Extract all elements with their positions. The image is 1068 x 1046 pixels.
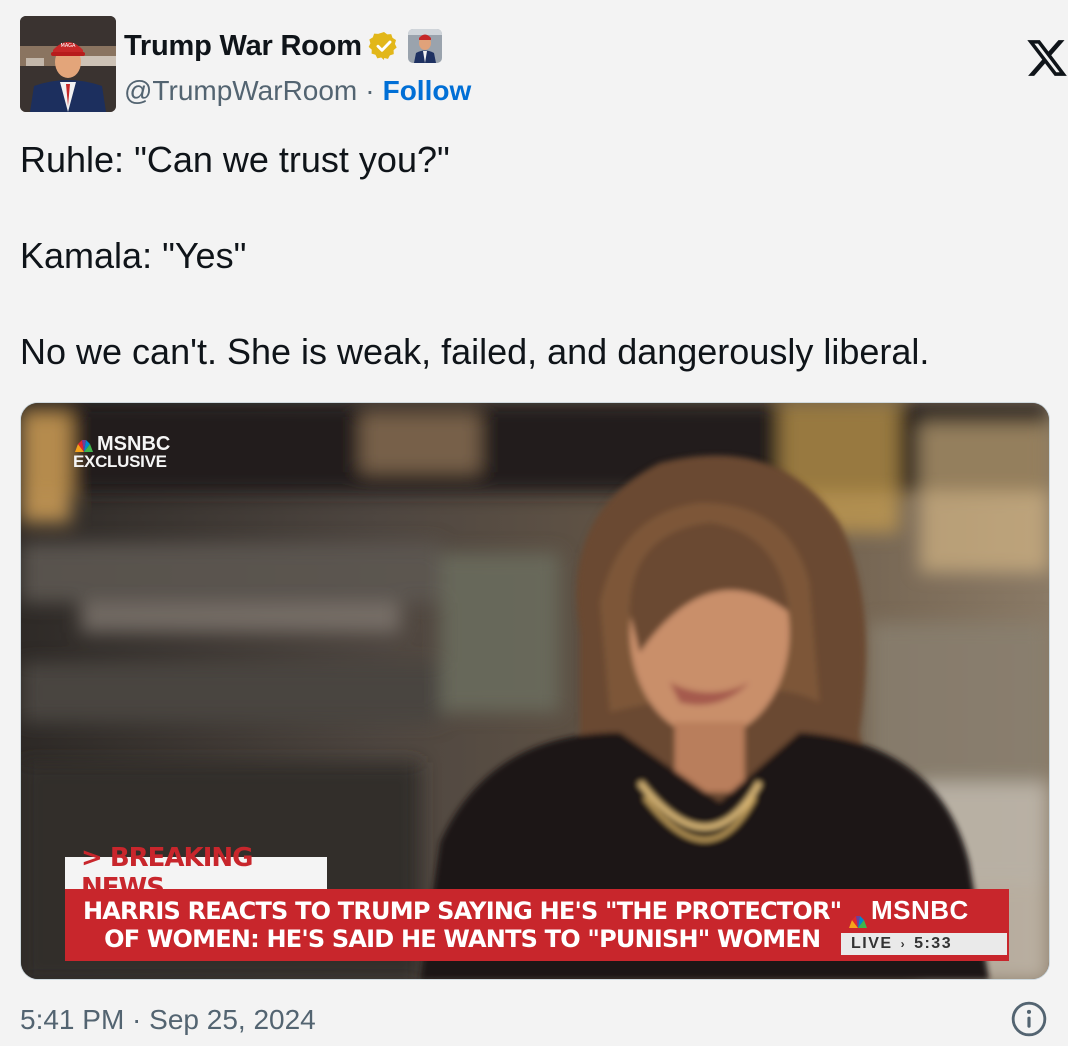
live-indicator: LIVE › 5:33	[841, 933, 1007, 955]
tweet-line-3: No we can't. She is weak, failed, and da…	[20, 331, 930, 372]
separator-dot: ·	[365, 75, 375, 106]
author-name-row: Trump War Room	[124, 26, 442, 66]
tweet-timestamp[interactable]: 5:41 PM · Sep 25, 2024	[20, 1000, 316, 1040]
chyron-headline-line-1: HARRIS REACTS TO TRUMP SAYING HE'S "THE …	[83, 897, 842, 925]
author-display-name[interactable]: Trump War Room	[124, 30, 362, 63]
author-avatar[interactable]: MAGA	[20, 16, 116, 112]
peacock-logo-icon	[73, 437, 95, 452]
author-handle-row: @TrumpWarRoom · Follow	[124, 72, 471, 110]
svg-text:MAGA: MAGA	[61, 43, 77, 49]
chevron-right-icon: ›	[900, 937, 907, 951]
verified-badge-icon	[368, 30, 400, 62]
author-handle[interactable]: @TrumpWarRoom	[124, 75, 357, 107]
x-logo-icon[interactable]	[1024, 36, 1068, 80]
tweet-text: Ruhle: "Can we trust you?" Kamala: "Yes"…	[20, 136, 1050, 376]
breaking-news-tag: > BREAKING NEWS	[65, 843, 327, 903]
exclusive-label: EXCLUSIVE	[73, 452, 167, 471]
follow-button[interactable]: Follow	[383, 75, 472, 107]
info-icon[interactable]	[1010, 1000, 1048, 1038]
tweet-header: MAGA Trump War Room @TrumpWarRoom · Foll…	[20, 16, 1067, 114]
profile-flag-icon	[407, 29, 442, 63]
peacock-logo-icon	[847, 904, 869, 928]
chyron-logo-text: MSNBC	[871, 895, 969, 925]
tweet-line-2: Kamala: "Yes"	[20, 235, 247, 276]
chyron-headline-line-2: OF WOMEN: HE'S SAID HE WANTS TO "PUNISH"…	[104, 925, 821, 953]
avatar-photo: MAGA	[20, 16, 116, 112]
live-time: 5:33	[914, 935, 953, 952]
breaking-news-chyron: HARRIS REACTS TO TRUMP SAYING HE'S "THE …	[65, 889, 1009, 961]
tweet-media-video[interactable]: MSNBC EXCLUSIVE > BREAKING NEWS HARRIS R…	[20, 402, 1050, 980]
msnbc-logo-text: MSNBC	[97, 433, 171, 455]
chyron-network-logo: MSNBC	[847, 895, 969, 928]
tweet-line-1: Ruhle: "Can we trust you?"	[20, 139, 450, 180]
live-label: LIVE	[851, 935, 893, 952]
chyron-headline: HARRIS REACTS TO TRUMP SAYING HE'S "THE …	[83, 897, 842, 953]
msnbc-exclusive-logo: MSNBC EXCLUSIVE	[73, 433, 171, 471]
